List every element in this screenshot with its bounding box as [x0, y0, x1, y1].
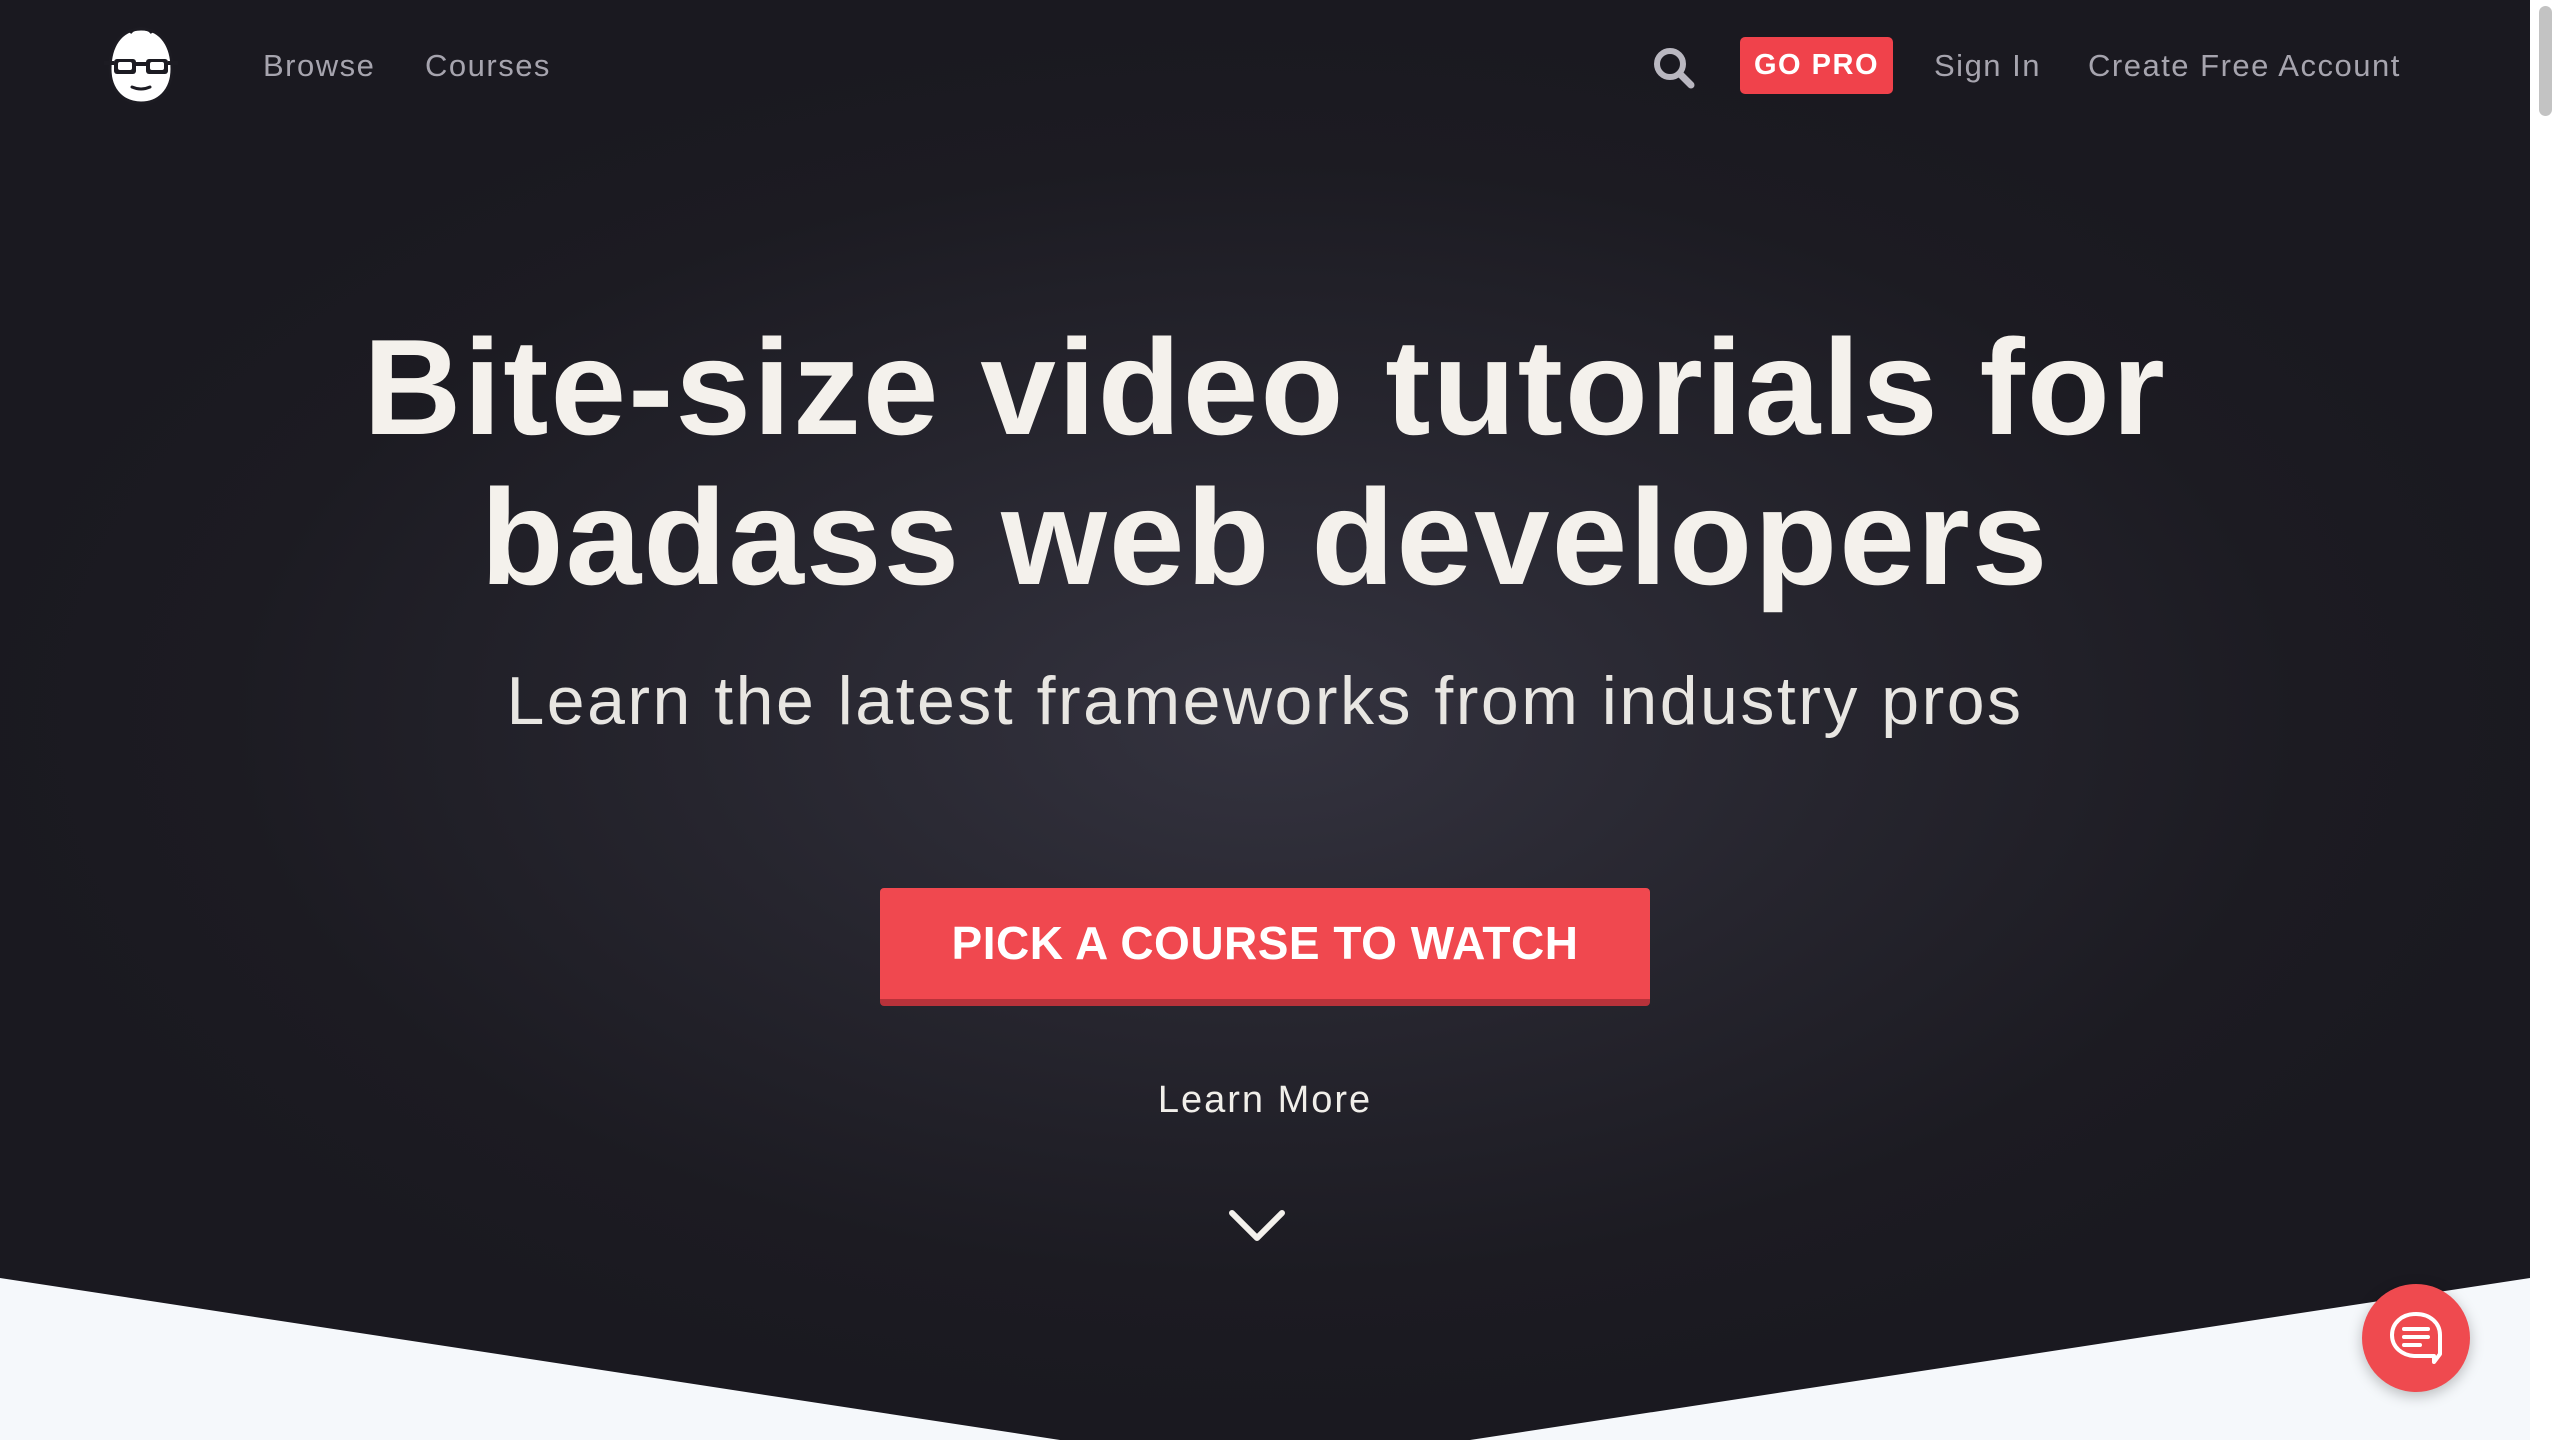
chat-bubble-icon — [2390, 1312, 2442, 1364]
hero-title-line-2: badass web developers — [480, 461, 2050, 613]
hero-title: Bite-size video tutorials for badass web… — [0, 312, 2530, 612]
sign-in-link[interactable]: Sign In — [1934, 46, 2041, 86]
hero-title-line-1: Bite-size video tutorials for — [363, 311, 2167, 463]
section-divider — [0, 1278, 2530, 1440]
go-pro-button[interactable]: GO PRO — [1740, 37, 1893, 94]
top-nav: Browse Courses GO PRO Sign In Create Fre… — [0, 0, 2530, 130]
pick-course-button[interactable]: PICK A COURSE TO WATCH — [880, 888, 1650, 1006]
learn-more-link[interactable]: Learn More — [0, 1072, 2530, 1128]
nav-browse-link[interactable]: Browse — [263, 46, 375, 86]
search-icon[interactable] — [1650, 44, 1698, 92]
chat-launcher-button[interactable] — [2362, 1284, 2470, 1392]
hero-subtitle: Learn the latest frameworks from industr… — [506, 663, 2024, 739]
scrollbar-thumb[interactable] — [2539, 6, 2552, 116]
create-account-link[interactable]: Create Free Account — [2088, 46, 2401, 86]
page: Browse Courses GO PRO Sign In Create Fre… — [0, 0, 2560, 1440]
scrollbar[interactable] — [2530, 0, 2560, 1440]
chevron-down-icon[interactable] — [1228, 1208, 1286, 1244]
nav-courses-link[interactable]: Courses — [425, 46, 551, 86]
logo-nerd-icon[interactable] — [100, 25, 182, 107]
